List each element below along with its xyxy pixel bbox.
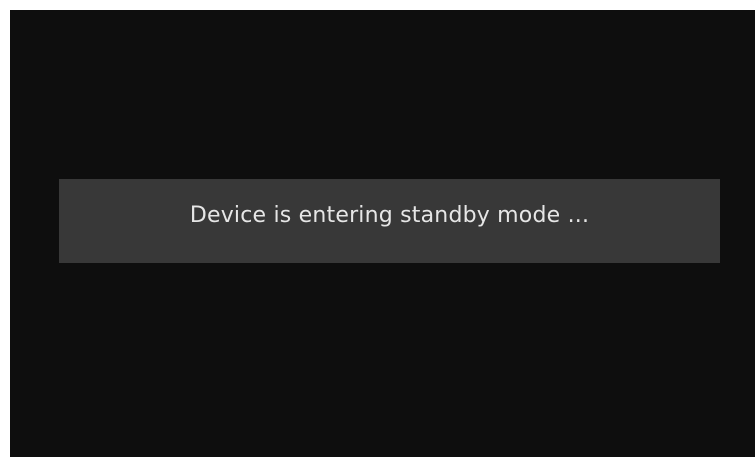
standby-notification-banner: Device is entering standby mode ... — [59, 179, 720, 263]
standby-message: Device is entering standby mode ... — [189, 202, 590, 228]
tv-screen: Device is entering standby mode ... — [10, 10, 755, 457]
